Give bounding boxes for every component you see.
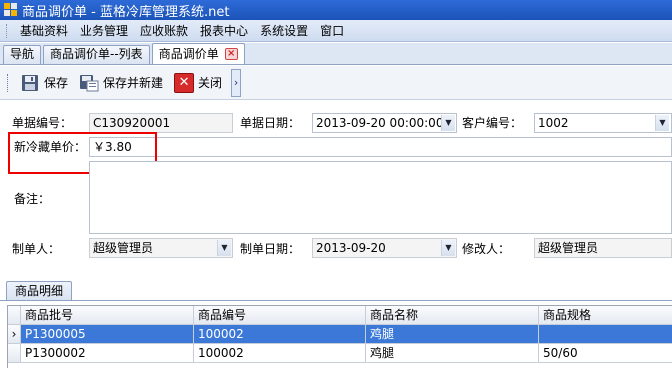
menu-business[interactable]: 业务管理 bbox=[74, 21, 134, 41]
bill-no-field[interactable]: C130920001 bbox=[89, 113, 233, 133]
tab-price-adjust-form[interactable]: 商品调价单 × bbox=[151, 43, 245, 64]
create-date-field[interactable]: 2013-09-20 ▼ bbox=[312, 238, 457, 258]
column-header-batch[interactable]: 商品批号 bbox=[21, 306, 194, 325]
menu-reports[interactable]: 报表中心 bbox=[194, 21, 254, 41]
cell-batch[interactable]: P1300005 bbox=[21, 325, 194, 344]
bill-date-value: 2013-09-20 00:00:00 bbox=[316, 116, 444, 130]
menu-basic-data[interactable]: 基础资料 bbox=[14, 21, 74, 41]
product-detail-grid: 商品批号 商品编号 商品名称 商品规格 › P1300005 100002 鸡腿… bbox=[7, 305, 672, 368]
save-label: 保存 bbox=[44, 76, 69, 90]
table-row[interactable]: › P1300005 100002 鸡腿 bbox=[8, 325, 672, 344]
column-header-spec[interactable]: 商品规格 bbox=[539, 306, 672, 325]
menu-window[interactable]: 窗口 bbox=[314, 21, 350, 41]
save-new-icon bbox=[79, 73, 99, 93]
customer-no-field[interactable]: 1002 ▼ bbox=[534, 113, 672, 133]
menu-grip bbox=[6, 23, 10, 38]
creator-field[interactable]: 超级管理员 ▼ bbox=[89, 238, 233, 258]
cell-code[interactable]: 100002 bbox=[194, 325, 366, 344]
close-button[interactable]: ✕ 关闭 bbox=[170, 70, 226, 96]
grid-header-row: 商品批号 商品编号 商品名称 商品规格 bbox=[8, 306, 672, 325]
toolbar-overflow-chevron-icon[interactable]: › bbox=[231, 68, 242, 97]
menu-bar: 基础资料 业务管理 应收账款 报表中心 系统设置 窗口 bbox=[0, 20, 672, 42]
window-title: 商品调价单 - 蓝格冷库管理系统.net bbox=[22, 4, 230, 20]
create-date-value: 2013-09-20 bbox=[316, 241, 386, 255]
new-price-field[interactable]: ￥3.80 bbox=[89, 137, 672, 157]
creator-label: 制单人： bbox=[12, 242, 61, 256]
tab-label: 导航 bbox=[10, 47, 35, 61]
row-header-corner bbox=[8, 306, 21, 325]
row-selector[interactable] bbox=[8, 344, 21, 363]
tab-product-details[interactable]: 商品明细 bbox=[6, 281, 73, 301]
tab-navigation[interactable]: 导航 bbox=[3, 45, 42, 64]
dropdown-arrow-icon[interactable]: ▼ bbox=[217, 240, 231, 256]
save-button[interactable]: 保存 bbox=[16, 70, 72, 96]
table-row[interactable]: P1300002 100002 鸡腿 50/60 bbox=[8, 344, 672, 363]
create-date-label: 制单日期： bbox=[240, 242, 301, 256]
window-title-bar: 商品调价单 - 蓝格冷库管理系统.net bbox=[0, 0, 672, 20]
menu-receivables[interactable]: 应收账款 bbox=[134, 21, 194, 41]
row-selector-icon[interactable]: › bbox=[8, 325, 21, 344]
dropdown-arrow-icon[interactable]: ▼ bbox=[441, 115, 455, 131]
cell-spec[interactable]: 50/60 bbox=[539, 344, 672, 363]
column-header-name[interactable]: 商品名称 bbox=[366, 306, 539, 325]
cell-batch[interactable]: P1300002 bbox=[21, 344, 194, 363]
customer-no-value: 1002 bbox=[538, 116, 569, 130]
cell-code[interactable]: 100002 bbox=[194, 344, 366, 363]
tab-label: 商品调价单 bbox=[158, 46, 219, 61]
document-tabs: 导航 商品调价单--列表 商品调价单 × bbox=[0, 43, 672, 65]
save-and-new-label: 保存并新建 bbox=[103, 76, 164, 90]
bill-no-label: 单据编号： bbox=[12, 116, 73, 130]
close-label: 关闭 bbox=[198, 76, 223, 90]
bill-date-field[interactable]: 2013-09-20 00:00:00 ▼ bbox=[312, 113, 457, 133]
column-header-code[interactable]: 商品编号 bbox=[194, 306, 366, 325]
remark-textarea[interactable] bbox=[89, 161, 672, 234]
dropdown-arrow-icon[interactable]: ▼ bbox=[655, 115, 669, 131]
bill-date-label: 单据日期： bbox=[240, 116, 301, 130]
dropdown-arrow-icon[interactable]: ▼ bbox=[441, 240, 455, 256]
cell-name[interactable]: 鸡腿 bbox=[366, 344, 539, 363]
toolbar-grip bbox=[7, 73, 10, 92]
app-icon bbox=[4, 3, 18, 17]
modifier-label: 修改人： bbox=[462, 242, 511, 256]
detail-tab-divider bbox=[0, 300, 672, 301]
tab-price-adjust-list[interactable]: 商品调价单--列表 bbox=[43, 45, 150, 64]
remark-label: 备注： bbox=[14, 192, 51, 206]
toolbar: 保存 保存并新建 ✕ 关闭 › bbox=[0, 66, 672, 100]
modifier-field[interactable]: 超级管理员 bbox=[534, 238, 672, 258]
tab-label: 商品调价单--列表 bbox=[50, 47, 143, 61]
save-icon bbox=[20, 73, 40, 93]
creator-value: 超级管理员 bbox=[93, 241, 154, 255]
close-icon: ✕ bbox=[174, 72, 195, 93]
customer-no-label: 客户编号： bbox=[462, 116, 523, 130]
cell-spec[interactable] bbox=[539, 325, 672, 344]
tab-close-icon[interactable]: × bbox=[224, 48, 238, 60]
save-and-new-button[interactable]: 保存并新建 bbox=[75, 70, 167, 96]
cell-name[interactable]: 鸡腿 bbox=[366, 325, 539, 344]
menu-settings[interactable]: 系统设置 bbox=[254, 21, 314, 41]
